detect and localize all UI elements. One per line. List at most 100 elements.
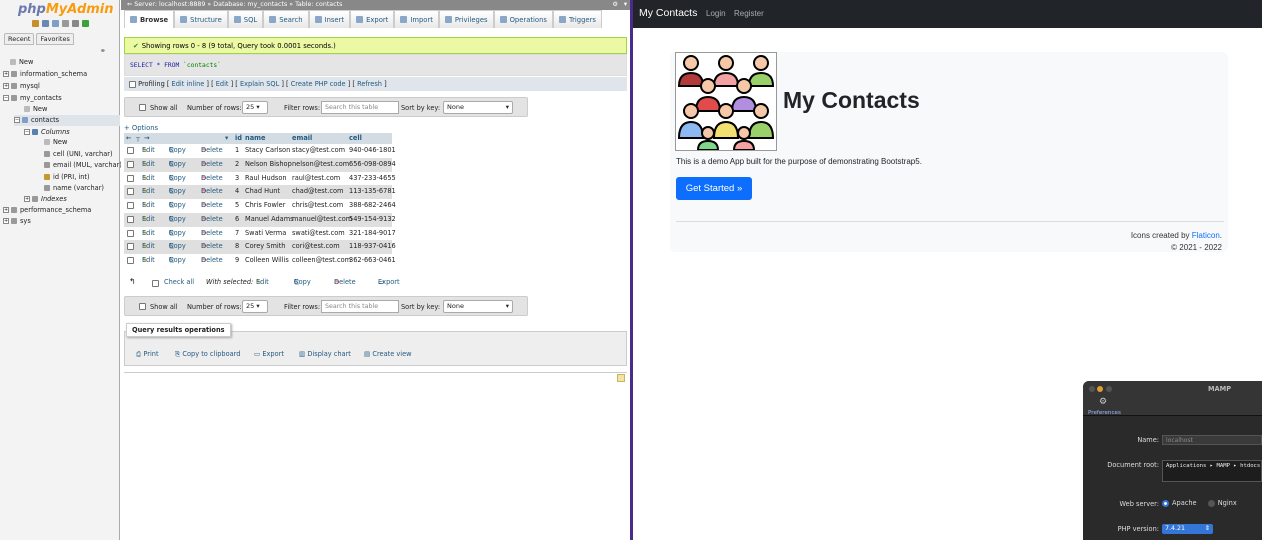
breadcrumb-server[interactable]: Server: localhost:8889 (134, 1, 205, 8)
create-view-button[interactable]: ▤ Create view (364, 350, 412, 358)
num-rows-select[interactable]: 25 ▾ (242, 300, 268, 313)
tab-structure[interactable]: Structure (174, 10, 228, 28)
row-checkbox[interactable] (127, 243, 134, 251)
tab-insert[interactable]: Insert (308, 10, 351, 28)
tree-columns-new[interactable]: New (44, 137, 67, 148)
header-email[interactable]: email (292, 133, 312, 144)
reload-icon[interactable] (82, 20, 89, 27)
expand-icon[interactable]: + (24, 196, 30, 202)
row-checkbox[interactable] (127, 229, 134, 237)
tree-column-email[interactable]: email (MUL, varchar) (44, 160, 122, 171)
document-root-field[interactable]: Applications ▸ MAMP ▸ htdocs (1162, 460, 1262, 482)
edit-inline-link[interactable]: Edit inline (172, 80, 205, 88)
header-sort-icon[interactable]: ┬ (136, 133, 140, 144)
row-checkbox[interactable] (127, 202, 134, 209)
zoom-window-icon[interactable] (1106, 386, 1112, 392)
breadcrumb-table[interactable]: Table: contacts (295, 1, 342, 8)
row-checkbox[interactable] (127, 160, 134, 168)
tree-db-sys[interactable]: + sys (3, 216, 31, 227)
settings-gear-icon[interactable]: ⚙ (612, 0, 618, 10)
profiling-checkbox[interactable] (129, 80, 136, 88)
tab-favorites[interactable]: Favorites (36, 33, 74, 45)
refresh-link[interactable]: Refresh (357, 80, 382, 88)
tab-browse[interactable]: Browse (124, 10, 175, 28)
export-button[interactable]: ▭ Export (254, 350, 284, 358)
expand-icon[interactable]: + (3, 83, 9, 89)
collapse-icon[interactable]: − (24, 129, 30, 135)
tree-my-contacts-new[interactable]: New (24, 104, 47, 115)
console-toggle-icon[interactable] (617, 374, 625, 382)
tab-operations[interactable]: Operations (493, 10, 553, 28)
name-field[interactable]: localhost (1162, 435, 1262, 445)
create-php-code-link[interactable]: Create PHP code (291, 80, 346, 88)
explain-sql-link[interactable]: Explain SQL (240, 80, 279, 88)
header-arrow-right-icon[interactable]: → (144, 133, 150, 144)
get-started-button[interactable]: Get Started » (676, 177, 752, 200)
tab-import[interactable]: Import (394, 10, 439, 28)
edit-link[interactable]: Edit (216, 80, 229, 88)
help-icon[interactable] (52, 20, 59, 27)
filter-rows-input[interactable]: Search this table (321, 101, 399, 114)
tree-db-information-schema[interactable]: + information_schema (3, 69, 87, 80)
row-checkbox[interactable] (127, 174, 134, 182)
tab-triggers[interactable]: Triggers (552, 10, 602, 28)
preferences-gear-icon[interactable]: ⚙ (1099, 397, 1107, 407)
preferences-label[interactable]: Preferences (1088, 410, 1121, 416)
minimize-window-icon[interactable] (1097, 386, 1103, 392)
link-with-main-icon[interactable]: ⚭ (100, 47, 106, 55)
header-arrow-left-icon[interactable]: ← (126, 133, 132, 144)
sort-by-key-select[interactable]: None ▾ (443, 101, 513, 114)
filter-rows-input[interactable]: Search this table (321, 300, 399, 313)
apache-radio[interactable]: Apache (1162, 499, 1197, 507)
sort-by-key-select[interactable]: None ▾ (443, 300, 513, 313)
tree-new[interactable]: New (10, 57, 33, 68)
check-all-checkbox[interactable] (152, 280, 159, 287)
expand-icon[interactable]: + (3, 71, 9, 77)
breadcrumb-database[interactable]: Database: my_contacts (213, 1, 287, 8)
tab-search[interactable]: Search (263, 10, 309, 28)
expand-icon[interactable]: + (3, 207, 9, 213)
tree-db-my-contacts[interactable]: − my_contacts (3, 93, 62, 104)
php-version-select[interactable]: 7.4.21 ⇕ (1162, 524, 1213, 534)
row-checkbox[interactable] (127, 257, 134, 264)
pma-logo[interactable]: phpMyAdmin (18, 2, 114, 17)
tab-sql[interactable]: SQL (227, 10, 264, 28)
logout-icon[interactable] (42, 20, 49, 27)
tab-privileges[interactable]: Privileges (438, 10, 494, 28)
navbar-brand[interactable]: My Contacts (639, 7, 697, 19)
display-chart-button[interactable]: ▥ Display chart (299, 350, 351, 358)
flaticon-link[interactable]: Flaticon (1192, 231, 1220, 240)
tree-column-name[interactable]: name (varchar) (44, 183, 104, 194)
home-icon[interactable] (32, 20, 39, 27)
tab-recent[interactable]: Recent (4, 33, 35, 45)
column-menu-icon[interactable]: ▾ (225, 133, 228, 144)
collapse-icon[interactable]: − (14, 117, 20, 123)
tree-indexes[interactable]: + Indexes (24, 194, 67, 205)
expand-icon[interactable]: + (3, 218, 9, 224)
check-all-label[interactable]: Check all (164, 278, 194, 286)
back-arrow-icon[interactable]: ⇐ (127, 1, 132, 8)
tree-db-performance-schema[interactable]: + performance_schema (3, 205, 91, 216)
tree-table-contacts[interactable]: − contacts (14, 115, 120, 126)
row-checkbox[interactable] (127, 215, 134, 223)
show-all-checkbox[interactable] (139, 104, 146, 111)
tab-export[interactable]: Export (350, 10, 395, 28)
tree-column-cell[interactable]: cell (UNI, varchar) (44, 149, 113, 160)
row-checkbox[interactable] (127, 147, 134, 154)
options-link[interactable]: + Options (124, 124, 158, 132)
docs-icon[interactable] (62, 20, 69, 27)
settings-icon[interactable] (72, 20, 79, 27)
row-checkbox[interactable] (127, 188, 134, 196)
copy-to-clipboard-button[interactable]: ⎘ Copy to clipboard (175, 350, 240, 359)
collapse-icon[interactable]: − (3, 95, 9, 101)
nav-login[interactable]: Login (706, 9, 726, 18)
header-name[interactable]: name (245, 133, 266, 144)
close-window-icon[interactable] (1089, 386, 1095, 392)
header-id[interactable]: id (235, 133, 242, 144)
collapse-top-icon[interactable]: ▾ (624, 0, 627, 10)
show-all-checkbox[interactable] (139, 303, 146, 310)
sql-query-box[interactable]: SELECT * FROM `contacts` (124, 54, 627, 76)
print-button[interactable]: ⎙ Print (136, 350, 159, 359)
nav-register[interactable]: Register (734, 9, 764, 18)
header-cell[interactable]: cell (349, 133, 362, 144)
